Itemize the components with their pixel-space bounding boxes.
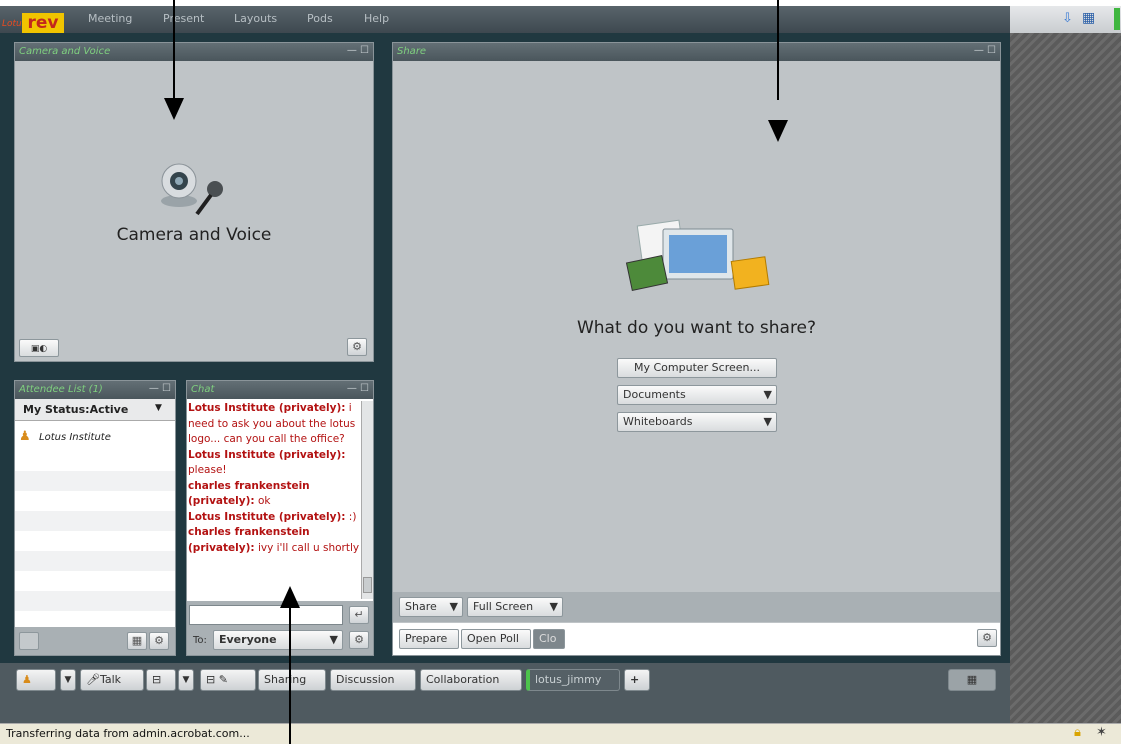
share-pod: Share — ☐ What do you want to share? My … — [392, 42, 1001, 656]
share-prompt: What do you want to share? — [576, 318, 817, 338]
chat-message: Lotus Institute (privately): i need to a… — [188, 402, 356, 445]
settings-gear-icon[interactable]: ⚙ — [977, 629, 997, 647]
chat-message: charles frankenstein (privately): ivy i'… — [188, 526, 360, 554]
tab-open-poll[interactable]: Open Poll — [461, 629, 531, 649]
annotation-arrow-camera — [173, 0, 175, 100]
menu-meeting[interactable]: Meeting — [88, 12, 132, 25]
pod-title: Share — [393, 43, 1000, 61]
annotation-arrow-chat — [289, 600, 291, 744]
background-pattern — [1010, 33, 1121, 723]
app-logo: Lotus rev — [2, 13, 66, 35]
share-toolbar: Share ▼ Full Screen ▼ — [393, 592, 1000, 622]
scrollbar-thumb[interactable] — [363, 577, 372, 593]
arrow-down-icon[interactable]: ⇩ — [1062, 11, 1073, 26]
share-menu-button[interactable]: Share ▼ — [399, 597, 463, 617]
chevron-down-icon[interactable]: ▼ — [60, 669, 76, 691]
share-my-computer-screen-button[interactable]: My Computer Screen... — [617, 358, 777, 378]
menu-layouts[interactable]: Layouts — [234, 12, 277, 25]
my-status-dropdown[interactable]: My Status:Active ▼ — [15, 399, 175, 421]
full-screen-button[interactable]: Full Screen ▼ — [467, 597, 563, 617]
settings-gear-icon[interactable]: ⚙ — [347, 338, 367, 356]
menu-bar-right: ⇩ ▦ — [1010, 6, 1121, 33]
list-item[interactable]: ♟ Lotus Institute — [15, 429, 175, 447]
menu-help[interactable]: Help — [364, 12, 389, 25]
pod-window-controls[interactable]: — ☐ — [149, 383, 171, 394]
status-icon[interactable]: ♟ — [16, 669, 56, 691]
chat-input-area: ↵ To: Everyone ▼ ⚙ — [187, 601, 373, 655]
chevron-down-icon: ▼ — [763, 415, 772, 428]
pod-window-controls[interactable]: — ☐ — [347, 45, 369, 56]
add-layout-button[interactable]: + — [624, 669, 650, 691]
chat-message: charles frankenstein (privately): ok — [188, 479, 310, 508]
layout-tab-sharing[interactable]: Sharing — [258, 669, 326, 691]
browser-status-bar: Transferring data from admin.acrobat.com… — [0, 723, 1121, 744]
camera-voice-pod: Camera and Voice — ☐ Camera and Voice ▣◐… — [14, 42, 374, 362]
chevron-down-icon[interactable]: ▼ — [178, 669, 194, 691]
tab-close[interactable]: Clo — [533, 629, 565, 649]
grid-view-icon[interactable]: ▦ — [127, 632, 147, 650]
share-whiteboards-dropdown[interactable]: Whiteboards ▼ — [617, 412, 777, 432]
chat-messages: Lotus Institute (privately): i need to a… — [188, 401, 360, 601]
chevron-down-icon: ▼ — [329, 633, 338, 646]
layout-tab-collaboration[interactable]: Collaboration — [420, 669, 522, 691]
lock-icon: 🔒︎ — [1074, 725, 1081, 740]
attendee-toolbar: ▦ ⚙ — [15, 627, 175, 655]
chat-message: Lotus Institute (privately): please! — [188, 448, 346, 477]
chevron-down-icon: ▼ — [763, 388, 772, 401]
pod-window-controls[interactable]: — ☐ — [974, 45, 996, 56]
share-documents-dropdown[interactable]: Documents ▼ — [617, 385, 777, 405]
pod-title: Chat — [187, 381, 373, 399]
menu-bar: Lotus rev Meeting Present Layouts Pods H… — [0, 6, 1010, 33]
attendee-list-empty-rows — [15, 451, 175, 627]
annotation-arrow-share — [777, 0, 779, 100]
webcam-microphone-icon — [161, 163, 223, 216]
menu-present[interactable]: Present — [163, 12, 204, 25]
tab-prepare[interactable]: Prepare — [399, 629, 459, 649]
security-icon: ✶ — [1096, 725, 1107, 740]
toggle-layout-icon[interactable]: ▦ — [948, 669, 996, 691]
talk-button[interactable]: 🎤︎Talk — [80, 669, 144, 691]
chat-message-input[interactable] — [189, 605, 343, 625]
volume-button[interactable]: ⊟ — [146, 669, 176, 691]
send-message-icon[interactable]: ↵ — [349, 606, 369, 624]
pod-title: Camera and Voice — [15, 43, 373, 61]
layout-tab-discussion[interactable]: Discussion — [330, 669, 416, 691]
user-icon: ♟ — [19, 429, 31, 444]
camera-voice-label: Camera and Voice — [116, 225, 272, 245]
chat-scrollbar[interactable] — [361, 401, 373, 599]
share-bottom-panel: Prepare Open Poll Clo ⚙ — [393, 623, 1000, 655]
settings-gear-icon[interactable]: ⚙ — [149, 632, 169, 650]
arrowhead-icon — [280, 586, 300, 608]
menu-pods[interactable]: Pods — [307, 12, 333, 25]
camera-mic-button[interactable]: ▣◐ — [19, 339, 59, 357]
chevron-down-icon: ▼ — [155, 403, 162, 413]
chevron-down-icon: ▼ — [449, 600, 458, 613]
connection-status-indicator — [1114, 8, 1120, 30]
arrowhead-icon — [164, 98, 184, 120]
chat-recipient-dropdown[interactable]: Everyone ▼ — [213, 630, 343, 650]
layout-tab-lotus-jimmy[interactable]: lotus_jimmy — [526, 669, 620, 691]
arrowhead-icon — [768, 120, 788, 142]
pod-window-controls[interactable]: — ☐ — [347, 383, 369, 394]
attendee-list-pod: Attendee List (1) — ☐ My Status:Active ▼… — [14, 380, 176, 656]
settings-gear-icon[interactable]: ⚙ — [349, 631, 369, 649]
share-content-icon — [625, 219, 770, 292]
microphone-icon: 🎤︎ — [86, 673, 100, 686]
chat-pod: Chat — ☐ Lotus Institute (privately): i … — [186, 380, 374, 656]
network-icon[interactable]: ▦ — [1082, 10, 1095, 26]
chat-message: Lotus Institute (privately): :) — [188, 510, 357, 523]
chevron-down-icon: ▼ — [549, 600, 558, 613]
camera-share-buttons[interactable]: ⊟ ✎ — [200, 669, 256, 691]
raise-hand-icon[interactable] — [19, 632, 39, 650]
